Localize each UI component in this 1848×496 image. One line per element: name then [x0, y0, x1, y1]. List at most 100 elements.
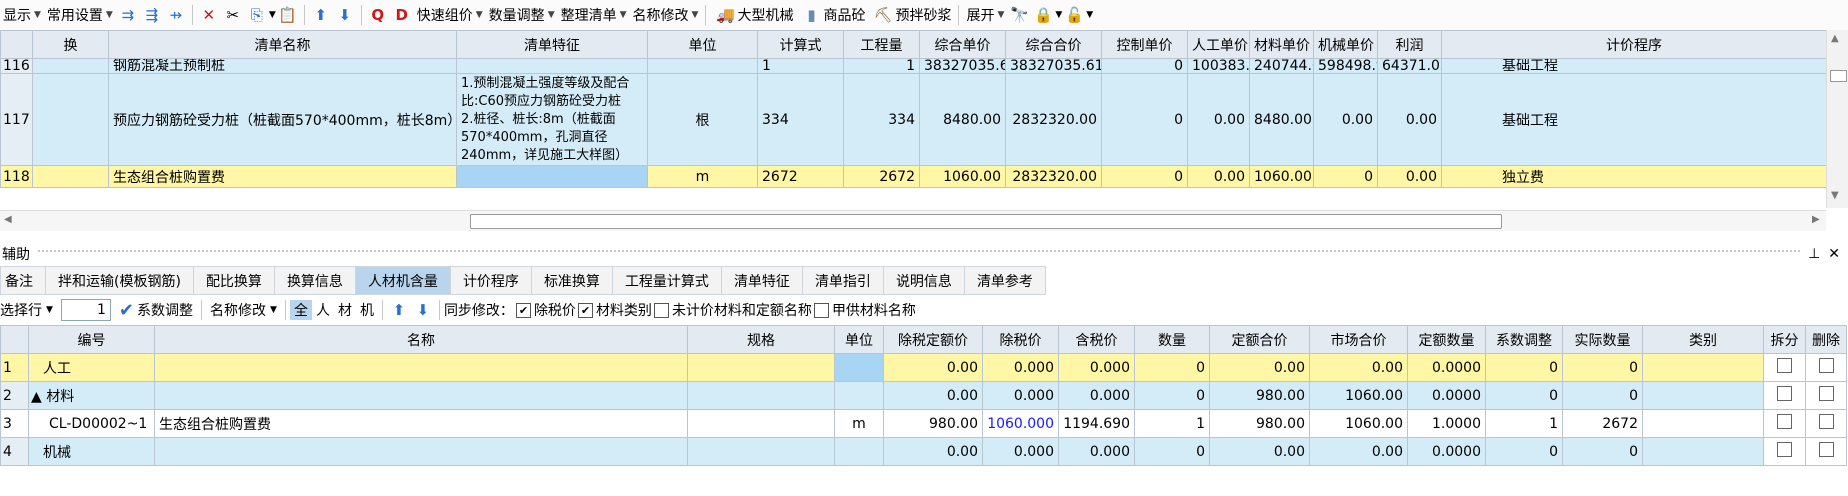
scroll-up-icon[interactable]: ▲: [1831, 33, 1839, 44]
table-row-selected[interactable]: 1 人工 0.00 0.000 0.000 0 0.00 0.00 0.0000…: [0, 353, 1847, 382]
chevron-down-icon[interactable]: ▼: [269, 10, 276, 20]
tab-ratio-convert[interactable]: 配比换算: [193, 266, 275, 295]
table-row[interactable]: 117 预应力钢筋砼受力桩（桩截面570*400mm，桩长8m） 1.预制混凝土…: [0, 73, 1827, 166]
tab-list-guide[interactable]: 清单指引: [802, 266, 884, 295]
chevron-down-icon[interactable]: ▼: [1086, 10, 1093, 20]
pin-icon[interactable]: ⊥: [1808, 246, 1820, 262]
chevron-down-icon[interactable]: ▼: [1055, 10, 1062, 20]
split-checkbox[interactable]: [1777, 358, 1792, 373]
select-row-menu[interactable]: 选择行 ▼: [0, 300, 57, 320]
col-labor-price[interactable]: 人工单价: [1187, 30, 1250, 59]
move-down-icon[interactable]: ⬇: [412, 299, 434, 321]
col-formula[interactable]: 计算式: [757, 30, 844, 59]
copy-icon[interactable]: ⎘: [246, 4, 268, 26]
split-checkbox[interactable]: [1777, 442, 1792, 457]
delete-icon[interactable]: ✕: [198, 4, 220, 26]
material-type-checkbox[interactable]: ✔: [577, 302, 593, 318]
filter-machine[interactable]: 机: [356, 300, 378, 320]
lock-icon[interactable]: 🔒: [1032, 4, 1054, 26]
col-machine-price[interactable]: 机械单价: [1313, 30, 1378, 59]
query-icon[interactable]: Q: [367, 4, 389, 26]
binoculars-icon[interactable]: 🔭: [1008, 4, 1030, 26]
owner-supplied-checkbox[interactable]: [813, 302, 829, 318]
col-quota-excl-tax[interactable]: 除税定额价: [883, 325, 983, 354]
col-type[interactable]: 类别: [1642, 325, 1764, 354]
col-unit[interactable]: 单位: [647, 30, 758, 59]
scroll-thumb[interactable]: [1830, 70, 1847, 82]
col-feature[interactable]: 清单特征: [456, 30, 648, 59]
common-settings-menu[interactable]: 常用设置 ▼: [44, 1, 116, 29]
insert-row-icon[interactable]: ⇉: [117, 4, 139, 26]
move-down-icon[interactable]: ⬇: [334, 4, 356, 26]
tab-standard-convert[interactable]: 标准换算: [531, 266, 613, 295]
col-spec[interactable]: 规格: [687, 325, 835, 354]
col-quota-qty[interactable]: 定额数量: [1407, 325, 1486, 354]
feature-cell[interactable]: 1.预制混凝土强度等级及配合比:C60预应力钢筋砼受力桩 2.桩径、桩长:8m（…: [456, 73, 648, 166]
table-row[interactable]: 2 ▲ 材料 0.00 0.000 0.000 0 980.00 1060.00…: [0, 381, 1847, 410]
col-split[interactable]: 拆分: [1763, 325, 1806, 354]
expand-menu[interactable]: 展开 ▼: [963, 1, 1007, 29]
close-icon[interactable]: ✕: [1828, 246, 1840, 262]
name-modify-menu[interactable]: 名称修改 ▼: [206, 300, 281, 320]
filter-labor[interactable]: 人: [312, 300, 334, 320]
tab-remarks[interactable]: 备注: [0, 266, 46, 295]
col-incl-tax[interactable]: 含税价: [1058, 325, 1135, 354]
table-row-selected[interactable]: 118 生态组合桩购置费 m 2672 2672 1060.00 2832320…: [0, 165, 1827, 188]
paste-icon[interactable]: 📋: [277, 4, 299, 26]
move-up-icon[interactable]: ⬆: [388, 299, 410, 321]
col-name[interactable]: 清单名称: [108, 30, 457, 59]
unpriced-checkbox[interactable]: [653, 302, 669, 318]
col-excl-tax[interactable]: 除税价: [982, 325, 1059, 354]
display-menu[interactable]: 显示 ▼: [0, 1, 44, 29]
active-cell[interactable]: [456, 165, 648, 188]
col-total[interactable]: 综合合价: [1005, 30, 1102, 59]
table-row[interactable]: 116 钢筋混凝土预制桩 1 1 38327035.61 38327035.61…: [0, 58, 1827, 74]
col-material-price[interactable]: 材料单价: [1249, 30, 1314, 59]
insert-child-icon[interactable]: ⇶: [141, 4, 163, 26]
qty-adjust-menu[interactable]: 数量调整 ▼: [486, 1, 558, 29]
excl-tax-checkbox[interactable]: ✔: [515, 302, 531, 318]
col-qty[interactable]: 数量: [1134, 325, 1210, 354]
col-market-total[interactable]: 市场合价: [1309, 325, 1408, 354]
col-quota-total[interactable]: 定额合价: [1209, 325, 1310, 354]
large-machine-button[interactable]: 🚚 大型机械: [710, 1, 796, 29]
unlock-icon[interactable]: 🔓: [1063, 4, 1085, 26]
coef-spinner[interactable]: 1: [60, 299, 111, 321]
drag-handle[interactable]: [38, 250, 1801, 258]
table-row[interactable]: 3 CL-D00002~1 生态组合桩购置费 m 980.00 1060.000…: [0, 409, 1847, 438]
split-checkbox[interactable]: [1777, 386, 1792, 401]
col-program[interactable]: 计价程序: [1441, 30, 1827, 59]
tab-list-reference[interactable]: 清单参考: [964, 266, 1046, 295]
col-unit[interactable]: 单位: [834, 325, 884, 354]
col-code[interactable]: 编号: [28, 325, 155, 354]
split-checkbox[interactable]: [1777, 414, 1792, 429]
tab-qty-formula[interactable]: 工程量计算式: [612, 266, 722, 295]
col-swap[interactable]: 换: [32, 30, 109, 59]
d-icon[interactable]: D: [391, 4, 413, 26]
scroll-right-icon[interactable]: ▶: [1812, 214, 1820, 225]
col-delete[interactable]: 删除: [1805, 325, 1847, 354]
table-row[interactable]: 4 机械 0.00 0.000 0.000 0 0.00 0.00 0.0000…: [0, 437, 1847, 466]
active-cell[interactable]: [834, 353, 884, 382]
col-qty[interactable]: 工程量: [843, 30, 920, 59]
tab-convert-info[interactable]: 换算信息: [274, 266, 356, 295]
col-coef[interactable]: 系数调整: [1485, 325, 1563, 354]
filter-all[interactable]: 全: [289, 300, 312, 320]
delete-checkbox[interactable]: [1818, 442, 1834, 457]
filter-material[interactable]: 材: [334, 300, 356, 320]
delete-checkbox[interactable]: [1818, 414, 1834, 429]
col-actual-qty[interactable]: 实际数量: [1562, 325, 1643, 354]
horizontal-scrollbar[interactable]: ◀ ▶: [0, 210, 1826, 231]
col-ctrl-price[interactable]: 控制单价: [1101, 30, 1188, 59]
quick-price-menu[interactable]: 快速组价 ▼: [414, 1, 486, 29]
scroll-left-icon[interactable]: ◀: [4, 214, 12, 225]
add-sub-item-icon[interactable]: ⇸: [165, 4, 187, 26]
move-up-icon[interactable]: ⬆: [310, 4, 332, 26]
name-modify-menu[interactable]: 名称修改 ▼: [630, 1, 702, 29]
tab-description[interactable]: 说明信息: [883, 266, 965, 295]
delete-checkbox[interactable]: [1818, 358, 1834, 373]
scroll-thumb[interactable]: [470, 214, 1502, 229]
coef-adjust-button[interactable]: ✔ 系数调整: [115, 300, 197, 321]
col-profit[interactable]: 利润: [1377, 30, 1442, 59]
delete-checkbox[interactable]: [1818, 386, 1834, 401]
